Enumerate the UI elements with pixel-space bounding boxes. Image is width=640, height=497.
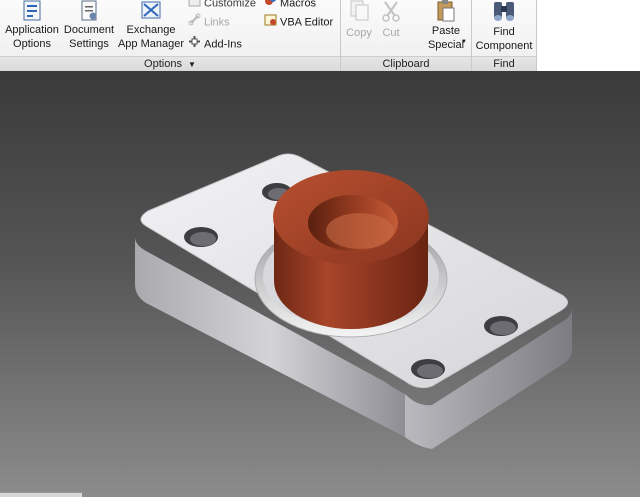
- add-ins-label: Add-Ins: [204, 38, 242, 51]
- vba-editor-label: VBA Editor: [280, 16, 334, 29]
- document-settings-icon: [81, 0, 97, 21]
- binoculars-icon: [494, 2, 514, 21]
- vba-editor-button[interactable]: VBA Editor: [264, 13, 333, 31]
- cut-button[interactable]: Cut: [377, 0, 405, 40]
- customize-label: Customize: [204, 0, 256, 10]
- options-panel-title-label: Options: [144, 58, 182, 70]
- options-panel: Application Options Document Settings Ex…: [0, 0, 340, 71]
- dropdown-arrow-icon: ▼: [461, 39, 467, 45]
- 3d-model[interactable]: [0, 71, 640, 497]
- macros-label: Macros: [280, 0, 317, 10]
- graphics-viewport[interactable]: [0, 71, 640, 497]
- clipboard-panel-title: Clipboard: [341, 56, 471, 71]
- document-settings-label-1: Document: [63, 24, 115, 36]
- add-ins-button[interactable]: Add-Ins: [188, 35, 242, 53]
- links-label: Links: [204, 16, 230, 29]
- ribbon-empty-area: [536, 0, 640, 71]
- find-component-label-2: Component: [475, 40, 533, 52]
- find-component-button[interactable]: Find Component: [472, 0, 536, 53]
- exchange-label-1: Exchange: [126, 24, 176, 36]
- links-icon: [188, 13, 201, 32]
- customize-button[interactable]: Customize: [188, 0, 256, 12]
- links-button[interactable]: Links: [188, 13, 230, 31]
- application-options-label-2: Options: [13, 38, 51, 50]
- find-panel: Find Component Find: [472, 0, 536, 71]
- copy-icon: [350, 0, 369, 21]
- copy-button[interactable]: Copy: [343, 0, 375, 40]
- customize-icon: [188, 0, 201, 13]
- copy-label: Copy: [346, 27, 372, 39]
- add-ins-icon: [188, 35, 201, 54]
- document-settings-label-2: Settings: [69, 38, 109, 50]
- clipboard-panel-title-label: Clipboard: [382, 58, 430, 70]
- paste-special-button[interactable]: Paste Special ▼: [423, 0, 469, 52]
- application-options-button[interactable]: Application Options: [2, 0, 62, 51]
- paste-special-icon: [437, 0, 455, 22]
- hole-right-shade: [490, 321, 516, 335]
- hole-bottom-shade: [417, 364, 443, 378]
- scissors-icon: [382, 1, 400, 22]
- exchange-app-manager-icon: [141, 1, 161, 19]
- document-settings-button[interactable]: Document Settings: [62, 0, 116, 51]
- application-options-label-1: Application: [5, 24, 59, 36]
- clipboard-panel: Copy Cut Paste Special ▼ Clipboard: [341, 0, 471, 71]
- macros-icon: [264, 0, 277, 13]
- cut-label: Cut: [382, 27, 400, 39]
- ribbon: Application Options Document Settings Ex…: [0, 0, 640, 72]
- caret-down-icon: ▼: [188, 60, 196, 69]
- find-panel-title: Find: [472, 56, 536, 71]
- exchange-app-manager-button[interactable]: Exchange App Manager: [116, 0, 186, 51]
- hole-left-shade: [190, 232, 216, 246]
- exchange-label-2: App Manager: [117, 38, 185, 50]
- vba-editor-icon: [264, 13, 277, 32]
- find-component-label-1: Find: [493, 26, 515, 38]
- macros-button[interactable]: Macros: [264, 0, 316, 12]
- find-panel-title-label: Find: [493, 58, 515, 70]
- application-options-icon: [23, 0, 41, 21]
- document-tab[interactable]: [0, 492, 82, 497]
- options-panel-title[interactable]: Options ▼: [0, 56, 340, 71]
- bushing-bore-bottom: [326, 213, 394, 249]
